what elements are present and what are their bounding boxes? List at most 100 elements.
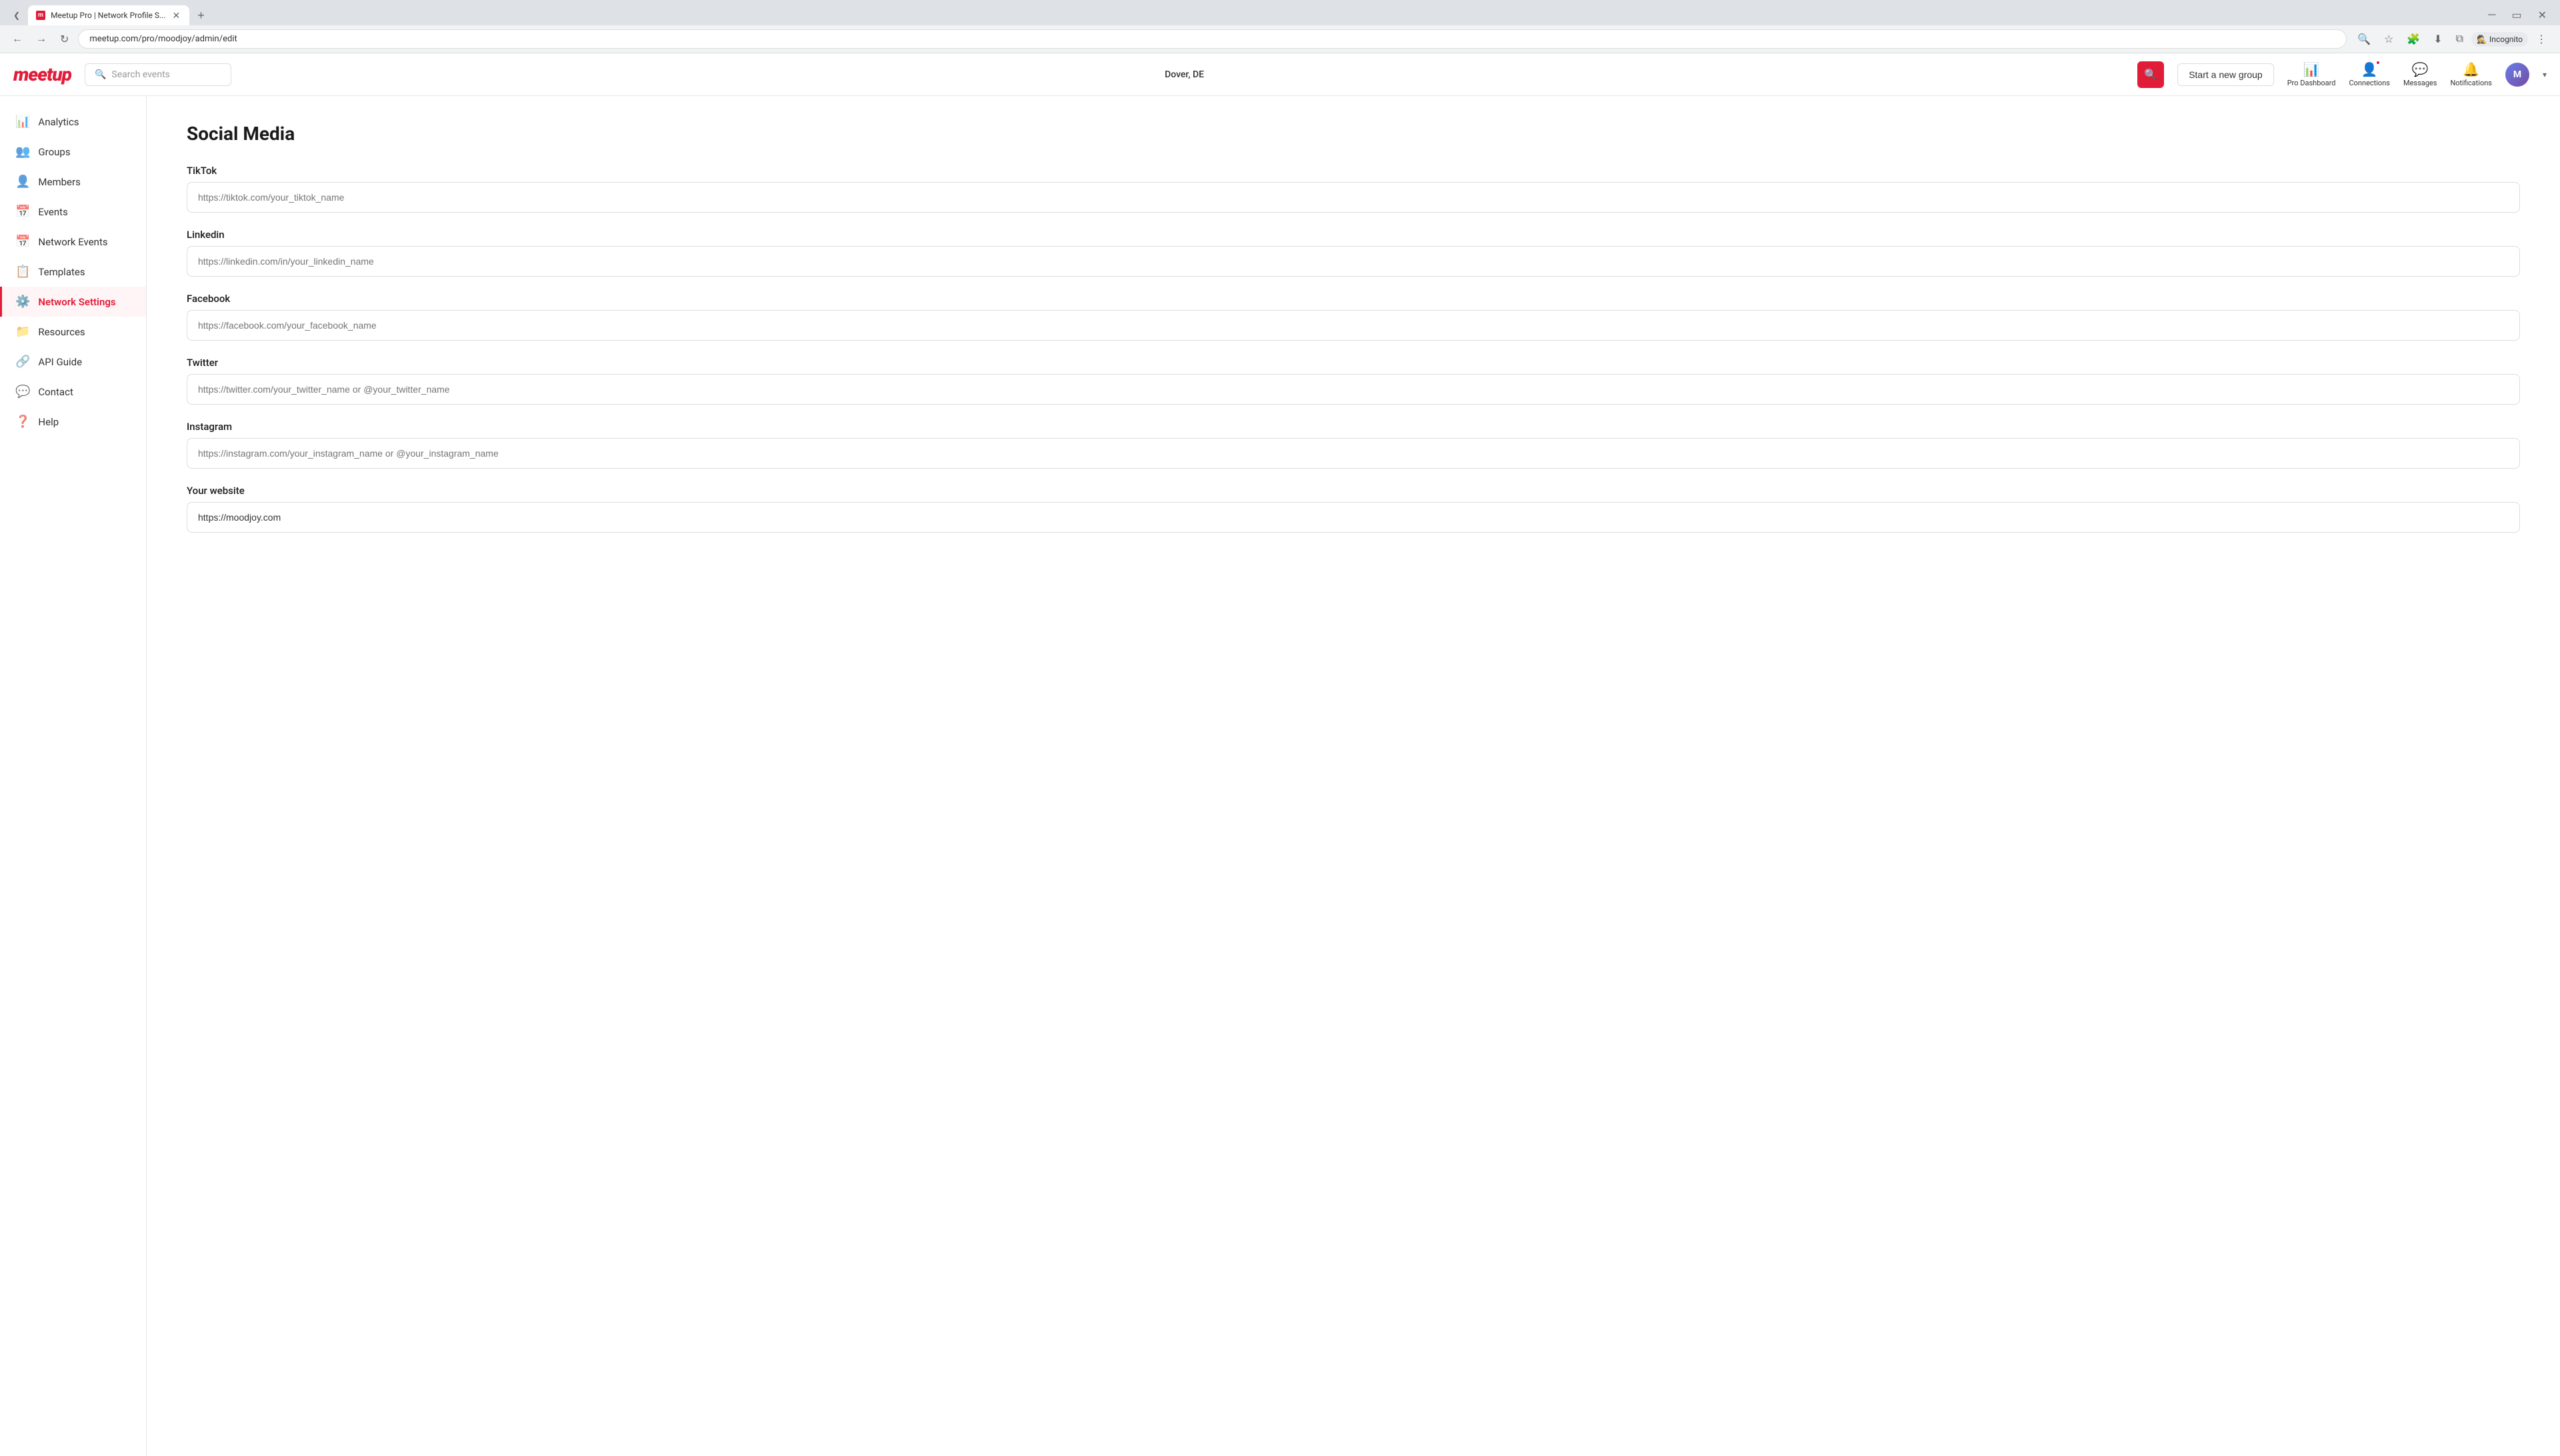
sidebar-item-network-settings[interactable]: ⚙️ Network Settings — [0, 287, 146, 317]
header-nav: 📊 Pro Dashboard 👤 Connections 💬 Messages… — [2287, 61, 2547, 87]
messages-icon: 💬 — [2412, 61, 2429, 77]
sidebar: 📊 Analytics 👥 Groups 👤 Members 📅 Events … — [0, 96, 147, 1456]
maximize-button[interactable]: ▭ — [2506, 6, 2527, 25]
form-section-tiktok: TikTok — [187, 165, 2520, 213]
back-button[interactable]: ← — [8, 31, 27, 48]
notifications-nav[interactable]: 🔔 Notifications — [2450, 61, 2492, 87]
field-input-twitter[interactable] — [187, 374, 2520, 405]
extensions-button[interactable]: 🧩 — [2401, 30, 2425, 49]
tab-favicon: m — [36, 11, 45, 20]
avatar[interactable]: M — [2505, 63, 2529, 87]
form-section-website: Your website — [187, 485, 2520, 533]
sidebar-label-events: Events — [38, 206, 67, 218]
app-header: meetup 🔍 Search events Dover, DE 🔍 Start… — [0, 53, 2560, 96]
incognito-badge: 🕵 Incognito — [2471, 32, 2528, 47]
search-placeholder: Search events — [111, 69, 169, 80]
connections-icon: 👤 — [2361, 61, 2378, 77]
notifications-icon: 🔔 — [2463, 61, 2479, 77]
sidebar-item-network-events[interactable]: 📅 Network Events — [0, 227, 146, 257]
sidebar-icon-contact: 💬 — [15, 385, 30, 399]
tab-title: Meetup Pro | Network Profile S... — [51, 11, 165, 20]
connections-label: Connections — [2349, 79, 2389, 87]
refresh-button[interactable]: ↻ — [56, 30, 73, 49]
sidebar-label-network-events: Network Events — [38, 236, 107, 248]
sidebar-label-analytics: Analytics — [38, 116, 79, 128]
sidebar-item-analytics[interactable]: 📊 Analytics — [0, 107, 146, 137]
sidebar-label-contact: Contact — [38, 386, 73, 398]
download-button[interactable]: ⬇ — [2428, 30, 2447, 49]
sidebar-label-templates: Templates — [38, 266, 85, 278]
menu-button[interactable]: ⋮ — [2531, 30, 2552, 49]
sidebar-item-groups[interactable]: 👥 Groups — [0, 137, 146, 167]
form-section-facebook: Facebook — [187, 293, 2520, 341]
sidebar-item-contact[interactable]: 💬 Contact — [0, 377, 146, 407]
avatar-dropdown-button[interactable]: ▾ — [2543, 70, 2547, 79]
field-input-instagram[interactable] — [187, 438, 2520, 469]
sidebar-label-help: Help — [38, 416, 59, 428]
sidebar-icon-groups: 👥 — [15, 145, 30, 159]
active-tab[interactable]: m Meetup Pro | Network Profile S... ✕ — [28, 5, 189, 25]
sidebar-label-members: Members — [38, 176, 80, 188]
main-content: Social Media TikTokLinkedinFacebookTwitt… — [147, 96, 2560, 1456]
sidebar-icon-members: 👤 — [15, 175, 30, 189]
url-bar[interactable]: meetup.com/pro/moodjoy/admin/edit — [78, 29, 2347, 49]
sidebar-icon-api-guide: 🔗 — [15, 355, 30, 369]
pro-dashboard-nav[interactable]: 📊 Pro Dashboard — [2287, 61, 2336, 87]
sidebar-item-help[interactable]: ❓ Help — [0, 407, 146, 437]
pro-dashboard-label: Pro Dashboard — [2287, 79, 2336, 87]
sidebar-label-resources: Resources — [38, 326, 85, 338]
sidebar-label-api-guide: API Guide — [38, 356, 82, 368]
field-label-tiktok: TikTok — [187, 165, 2520, 177]
close-window-button[interactable]: ✕ — [2533, 6, 2552, 25]
tab-group-button[interactable]: ❮ — [8, 8, 25, 23]
sidebar-icon-resources: 📁 — [15, 325, 30, 339]
search-icon: 🔍 — [95, 69, 106, 80]
connections-notification-dot — [2375, 60, 2381, 65]
connections-nav[interactable]: 👤 Connections — [2349, 61, 2389, 87]
field-input-tiktok[interactable] — [187, 182, 2520, 213]
field-label-facebook: Facebook — [187, 293, 2520, 305]
meetup-logo[interactable]: meetup — [13, 63, 71, 85]
field-input-linkedin[interactable] — [187, 246, 2520, 277]
new-tab-button[interactable]: + — [192, 6, 210, 25]
bookmark-button[interactable]: ☆ — [2379, 30, 2399, 49]
search-submit-icon: 🔍 — [2144, 68, 2157, 81]
sidebar-icon-network-settings: ⚙️ — [15, 295, 30, 309]
browser-chrome: ❮ m Meetup Pro | Network Profile S... ✕ … — [0, 0, 2560, 53]
sidebar-label-groups: Groups — [38, 146, 70, 158]
browser-layout-button[interactable]: ⧉ — [2451, 31, 2469, 48]
start-new-group-button[interactable]: Start a new group — [2177, 63, 2274, 86]
window-controls: ─ ▭ ✕ — [2483, 6, 2552, 25]
field-label-website: Your website — [187, 485, 2520, 497]
sidebar-item-templates[interactable]: 📋 Templates — [0, 257, 146, 287]
sidebar-item-members[interactable]: 👤 Members — [0, 167, 146, 197]
address-bar: ← → ↻ meetup.com/pro/moodjoy/admin/edit … — [0, 25, 2560, 53]
forward-button[interactable]: → — [32, 31, 51, 48]
search-bar[interactable]: 🔍 Search events — [85, 63, 231, 86]
search-submit-button[interactable]: 🔍 — [2137, 61, 2164, 88]
tab-close-button[interactable]: ✕ — [171, 11, 182, 20]
sidebar-item-events[interactable]: 📅 Events — [0, 197, 146, 227]
incognito-icon: 🕵 — [2477, 35, 2487, 44]
sidebar-icon-events: 📅 — [15, 205, 30, 219]
sidebar-icon-templates: 📋 — [15, 265, 30, 279]
field-label-instagram: Instagram — [187, 421, 2520, 433]
field-input-facebook[interactable] — [187, 310, 2520, 341]
field-input-website[interactable] — [187, 502, 2520, 533]
sidebar-item-resources[interactable]: 📁 Resources — [0, 317, 146, 347]
find-button[interactable]: 🔍 — [2352, 30, 2376, 49]
sidebar-icon-network-events: 📅 — [15, 235, 30, 249]
incognito-label: Incognito — [2489, 35, 2523, 44]
field-label-twitter: Twitter — [187, 357, 2520, 369]
sidebar-icon-analytics: 📊 — [15, 115, 30, 129]
social-media-form: TikTok Linkedin Facebook Twitter Instagram Yo… — [187, 165, 2520, 533]
field-label-linkedin: Linkedin — [187, 229, 2520, 241]
messages-nav[interactable]: 💬 Messages — [2403, 61, 2437, 87]
sidebar-icon-help: ❓ — [15, 415, 30, 429]
minimize-button[interactable]: ─ — [2483, 6, 2501, 25]
location-display: Dover, DE — [245, 69, 2124, 80]
app-body: 📊 Analytics 👥 Groups 👤 Members 📅 Events … — [0, 96, 2560, 1456]
sidebar-item-api-guide[interactable]: 🔗 API Guide — [0, 347, 146, 377]
url-text: meetup.com/pro/moodjoy/admin/edit — [89, 34, 2335, 44]
messages-label: Messages — [2403, 79, 2437, 87]
